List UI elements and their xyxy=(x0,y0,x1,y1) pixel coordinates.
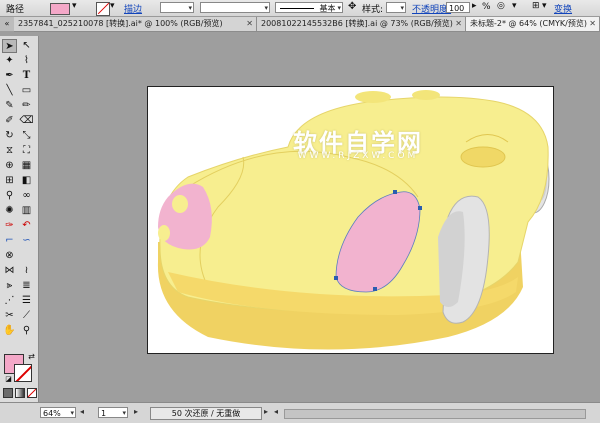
headlight-highlight xyxy=(172,195,188,213)
opacity-field[interactable]: 100 xyxy=(446,2,470,13)
blend-tool-icon[interactable]: ∞ xyxy=(19,189,34,203)
rotate-tool-icon[interactable]: ↻ xyxy=(2,129,17,143)
opacity-unit: % xyxy=(482,2,491,12)
status-bar: 64% ▾ ◂ 1 ▾ ▸ 50 次还原 / 无重做 ▸ ◂ xyxy=(0,402,600,423)
tab-document-2[interactable]: 20081022145532B6 [转换].ai @ 73% (RGB/预览) ✕ xyxy=(257,17,466,31)
symbol-sprayer-tool-icon[interactable]: ✺ xyxy=(2,204,17,218)
headlight-highlight xyxy=(158,225,170,241)
pen-curve-tool-icon[interactable]: ✑ xyxy=(2,219,17,233)
zoom-tool-icon[interactable]: ⚲ xyxy=(19,324,34,338)
tab-document-3[interactable]: 未标题-2* @ 64% (CMYK/预览) ✕ xyxy=(466,17,600,31)
swap-fill-stroke-icon[interactable]: ⇄ xyxy=(24,350,39,364)
zoom-dropdown[interactable]: 64% ▾ xyxy=(40,407,76,418)
type-tool-icon[interactable]: T xyxy=(19,69,34,83)
dropdown-arrow-icon[interactable]: ▾ xyxy=(512,1,517,11)
convert-anchor-tool-icon[interactable]: ⌐ xyxy=(2,234,17,248)
fill-color-swatch[interactable] xyxy=(50,3,70,15)
mode-label: 路径 xyxy=(6,5,25,15)
align-icon[interactable]: ⊞ xyxy=(532,1,540,11)
eyedropper-tool-icon[interactable]: ⚲ xyxy=(2,189,17,203)
smooth-tool-icon[interactable]: ∽ xyxy=(19,234,34,248)
column-graph-tool-icon[interactable]: ▥ xyxy=(19,204,34,218)
watermark-subtitle: WWW.RJZXW.COM xyxy=(297,151,419,161)
slice-tool-icon[interactable]: ⋈ xyxy=(2,264,17,278)
stroke-color-swatch[interactable] xyxy=(96,2,110,16)
none-mode-icon[interactable] xyxy=(27,388,37,398)
close-icon[interactable]: ✕ xyxy=(246,17,253,31)
lasso-tool-icon[interactable]: ⌇ xyxy=(19,54,34,68)
shape-builder-tool-icon[interactable]: ⊕ xyxy=(2,159,17,173)
close-icon[interactable]: ✕ xyxy=(455,17,462,31)
knife-tool-icon[interactable]: ⟋ xyxy=(19,309,34,323)
eraser-tool-icon[interactable]: ⌫ xyxy=(19,114,34,128)
direct-selection-tool-icon[interactable]: ↖ xyxy=(19,39,34,53)
align-dropdown-icon[interactable]: ▾ xyxy=(542,1,547,11)
brush-label: 基本 xyxy=(319,4,336,13)
width-tool-icon[interactable]: ⧖ xyxy=(2,144,17,158)
roof-bump xyxy=(412,90,440,100)
horizontal-scrollbar[interactable] xyxy=(284,409,586,419)
perspective-grid-tool-icon[interactable]: ▦ xyxy=(19,159,34,173)
free-transform-tool-icon[interactable]: ⛶ xyxy=(19,144,34,158)
rectangle-tool-icon[interactable]: ▭ xyxy=(19,84,34,98)
close-icon[interactable]: ✕ xyxy=(589,17,596,31)
color-mode-icon[interactable] xyxy=(3,388,13,398)
next-artboard-icon[interactable]: ▸ xyxy=(134,407,138,416)
stack-objects-icon[interactable]: ≣ xyxy=(19,279,34,293)
variable-width-dropdown[interactable]: ▾ xyxy=(200,2,270,13)
scale-tool-icon[interactable]: ⤡ xyxy=(19,129,34,143)
status-menu-icon[interactable]: ▸ xyxy=(264,407,268,416)
stroke-link[interactable]: 描边 xyxy=(124,2,142,15)
paintbrush-tool-icon[interactable]: ✎ xyxy=(2,99,17,113)
recolor-artwork-icon[interactable]: ◎ xyxy=(497,1,505,11)
stroke-dropdown-icon[interactable]: ▾ xyxy=(110,1,115,11)
default-colors-icon[interactable]: ◪ xyxy=(1,372,16,386)
line-tool-icon[interactable]: ╲ xyxy=(2,84,17,98)
graphic-style-dropdown[interactable]: ▾ xyxy=(386,2,406,13)
gradient-mode-icon[interactable] xyxy=(15,388,25,398)
fill-dropdown-icon[interactable]: ▾ xyxy=(72,1,77,11)
status-text: 50 次还原 / 无重做 xyxy=(150,407,262,420)
selection-tool-icon[interactable]: ➤ xyxy=(2,39,17,53)
opacity-stepper-icon[interactable]: ▸ xyxy=(472,1,477,11)
style-label: 样式: xyxy=(362,5,384,15)
mesh-tool-icon[interactable]: ⊞ xyxy=(2,174,17,188)
scissors-tool-icon[interactable]: ✂ xyxy=(2,309,17,323)
list-options-icon[interactable]: ☰ xyxy=(19,294,34,308)
align-objects-icon[interactable]: ⫸ xyxy=(2,279,17,293)
roof-bump xyxy=(355,91,391,103)
magic-wand-tool-icon[interactable]: ✦ xyxy=(2,54,17,68)
transform-link[interactable]: 变换 xyxy=(554,2,572,15)
scroll-left-icon[interactable]: ◂ xyxy=(274,407,278,416)
stroke-color-box[interactable] xyxy=(14,364,32,382)
artboard-number-field[interactable]: 1 ▾ xyxy=(98,407,128,418)
pencil-tool-icon[interactable]: ✏ xyxy=(19,99,34,113)
hand-tool-icon[interactable]: ✋ xyxy=(2,324,17,338)
path-options-icon[interactable]: ⋰ xyxy=(2,294,17,308)
add-anchor-tool-icon[interactable]: ↶ xyxy=(19,219,34,233)
tab-document-1[interactable]: 2357841_025210078 [转换].ai* @ 100% (RGB/预… xyxy=(14,17,257,31)
document-tab-bar: 2357841_025210078 [转换].ai* @ 100% (RGB/预… xyxy=(14,17,600,32)
artboard[interactable]: 软件自学网 WWW.RJZXW.COM xyxy=(147,86,554,354)
brush-definition-dropdown[interactable]: 基本 ▾ xyxy=(275,2,343,13)
brush-options-icon[interactable]: ✥ xyxy=(348,1,356,12)
artboard-tool-icon[interactable]: ⊗ xyxy=(2,249,17,263)
stroke-weight-field[interactable]: ▾ xyxy=(160,2,194,13)
control-bar: 路径 ▾ ▾ 描边 ▾ ▾ 基本 ▾ ✥ 样式: ▾ 不透明度: 100 ▸ % … xyxy=(0,0,600,17)
gradient-tool-icon[interactable]: ◧ xyxy=(19,174,34,188)
toolbox: ➤ ↖ ✦ ⌇ ✒ T ╲ ▭ ✎ ✏ ✐ ⌫ ↻ ⤡ ⧖ ⛶ ⊕ ▦ ⊞ ◧ … xyxy=(0,36,39,420)
pen-tool-icon[interactable]: ✒ xyxy=(2,69,17,83)
first-artboard-icon[interactable]: ◂ xyxy=(80,407,84,416)
toolbox-collapse-icon[interactable]: « xyxy=(0,17,15,31)
warp-tool-icon[interactable]: ≀ xyxy=(19,264,34,278)
blob-brush-tool-icon[interactable]: ✐ xyxy=(2,114,17,128)
